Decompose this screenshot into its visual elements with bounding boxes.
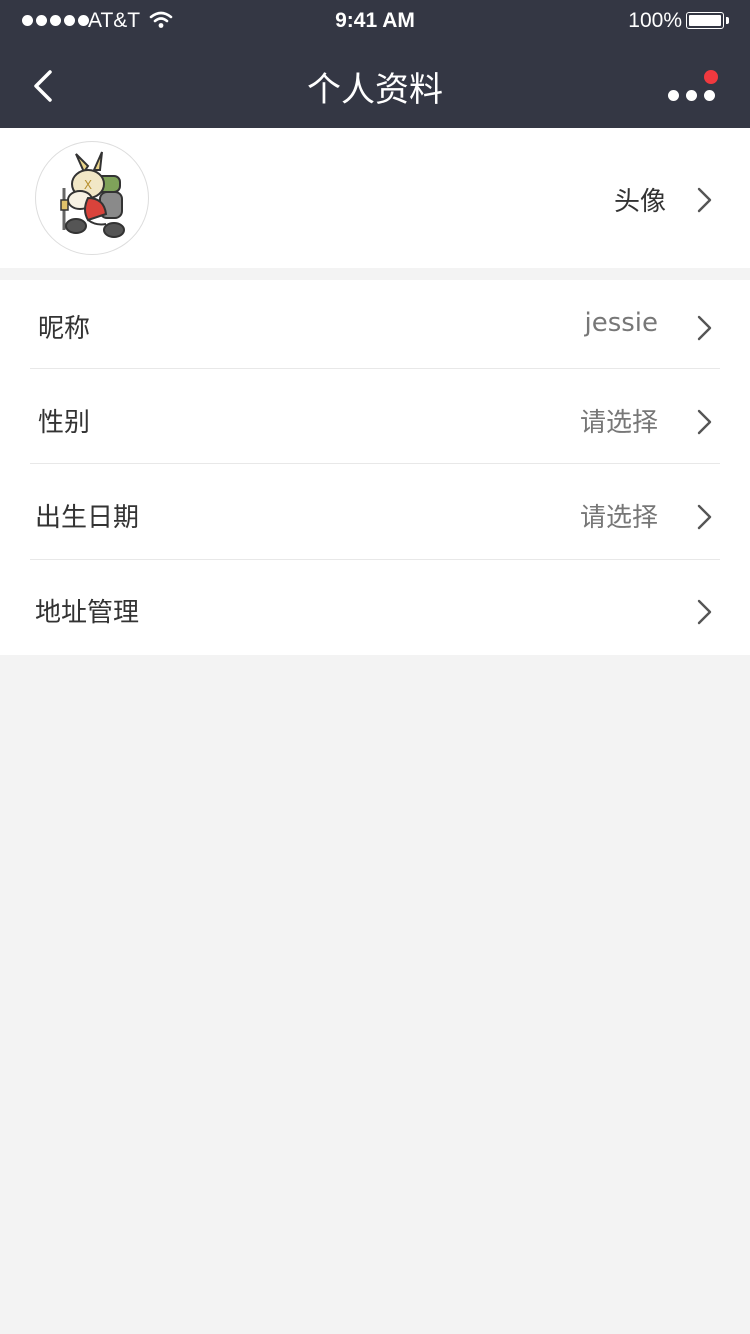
avatar-image: X	[60, 151, 125, 238]
list-item-value: 请选择	[579, 503, 658, 533]
svg-text:X: X	[84, 178, 92, 192]
list-item-birthdate[interactable]: 出生日期 请选择	[0, 469, 750, 563]
list-item-label: 性别	[38, 408, 91, 438]
chevron-right-icon	[697, 599, 712, 625]
more-dots-icon[interactable]	[660, 66, 724, 106]
divider	[30, 463, 720, 464]
battery-percentage: 100%	[628, 9, 682, 32]
chevron-right-icon	[697, 187, 712, 213]
chevron-right-icon	[697, 315, 712, 341]
list-item-label: 昵称	[38, 314, 91, 344]
battery-tip-icon	[726, 17, 729, 24]
list-item-value: jessie	[584, 308, 658, 338]
chevron-right-icon	[697, 504, 712, 530]
divider	[30, 368, 720, 369]
page-title: 个人资料	[307, 70, 443, 110]
header: AT&T 9:41 AM 100% 个人资料	[0, 0, 750, 128]
avatar-label: 头像	[613, 187, 666, 217]
avatar-row[interactable]: X 头像	[0, 128, 750, 268]
notification-badge	[704, 70, 718, 84]
chevron-right-icon	[697, 409, 712, 435]
list-item-value: 请选择	[579, 408, 658, 438]
list-item-label: 地址管理	[35, 598, 140, 628]
avatar[interactable]: X	[35, 141, 149, 255]
battery-icon	[686, 12, 724, 29]
status-bar: AT&T 9:41 AM 100%	[0, 0, 750, 42]
list-item-nickname[interactable]: 昵称 jessie	[0, 280, 750, 374]
list-item-label: 出生日期	[35, 503, 140, 533]
list-item-address-management[interactable]: 地址管理	[0, 564, 750, 658]
list-item-gender[interactable]: 性别 请选择	[0, 374, 750, 468]
divider	[30, 559, 720, 560]
profile-list: 昵称 jessie 性别 请选择 出生日期 请选择 地址管理	[0, 280, 750, 655]
